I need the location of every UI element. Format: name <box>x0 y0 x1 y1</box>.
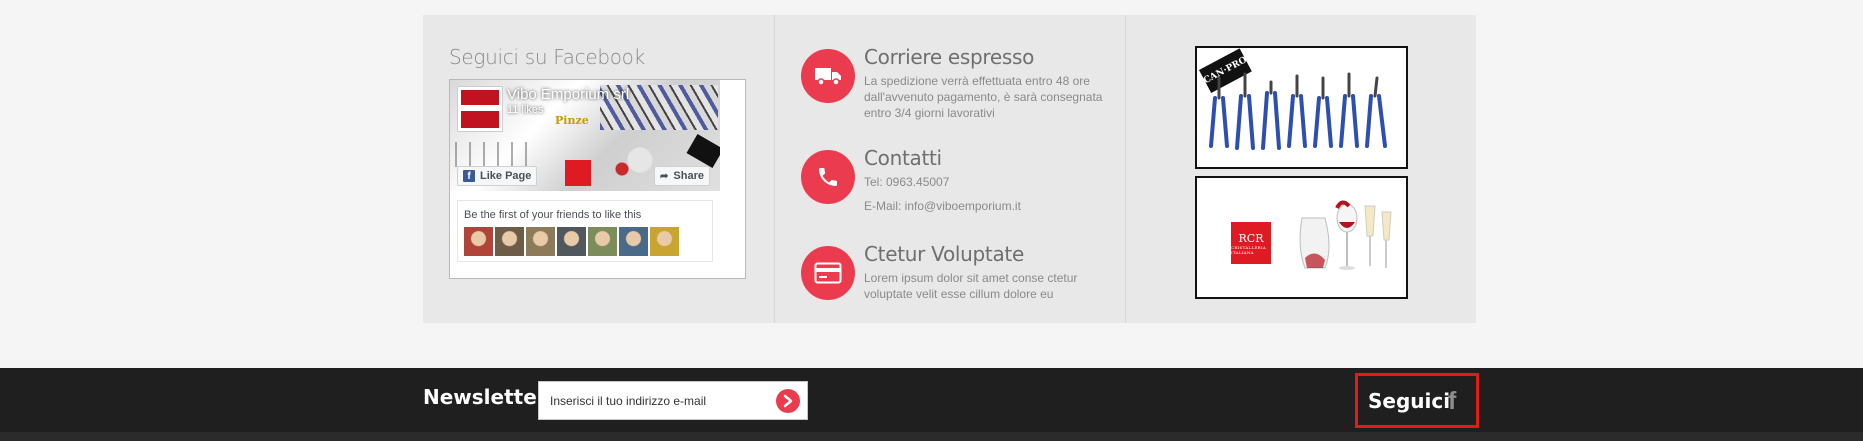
share-label: Share <box>673 170 704 182</box>
glassware-illustration <box>1299 200 1392 270</box>
like-page-button[interactable]: f Like Page <box>457 166 538 186</box>
follow-us-section: Seguici f <box>1355 373 1479 428</box>
share-icon: ➦ <box>660 170 669 182</box>
newsletter-form <box>538 381 808 420</box>
info-panel: Seguici su Facebook Pinze Vibo Emporium … <box>423 15 1476 323</box>
facebook-icon: f <box>463 170 475 182</box>
feature-title: Ctetur Voluptate <box>864 242 1024 266</box>
truck-icon <box>815 68 841 86</box>
credit-card-icon <box>814 262 842 284</box>
column-divider <box>1125 15 1126 323</box>
friend-avatar[interactable] <box>557 227 586 256</box>
friend-avatar[interactable] <box>650 227 679 256</box>
follow-us-label: Seguici <box>1368 389 1451 413</box>
newsletter-label: Newsletter <box>423 385 547 409</box>
cover-canpro-logo <box>686 133 720 169</box>
newsletter-submit-button[interactable] <box>776 389 800 413</box>
feature-line: dall'avvenuto pagamento, è sarà consegna… <box>864 90 1103 104</box>
friend-avatar[interactable] <box>495 227 524 256</box>
feature-line: voluptate velit esse cillum dolore eu <box>864 287 1054 301</box>
feature-description: La spedizione verrà effettuata entro 48 … <box>864 73 1114 121</box>
footer-bottom-strip <box>0 432 1863 441</box>
arrow-right-icon <box>783 394 793 408</box>
friend-avatar[interactable] <box>619 227 648 256</box>
cover-rcr-logo <box>565 160 591 186</box>
feature-description: Lorem ipsum dolor sit amet conse ctetur … <box>864 270 1114 302</box>
feature-title: Corriere espresso <box>864 45 1035 69</box>
cover-glass-image <box>598 142 658 187</box>
pliers-illustration <box>1209 72 1387 150</box>
share-button[interactable]: ➦ Share <box>654 166 710 186</box>
feature-card-badge <box>801 246 855 300</box>
friend-avatar[interactable] <box>588 227 617 256</box>
friend-avatar[interactable] <box>464 227 493 256</box>
like-page-label: Like Page <box>480 170 532 182</box>
friends-like-text: Be the first of your friends to like thi… <box>464 209 642 221</box>
cover-forks-image <box>455 142 535 167</box>
footer-bar <box>0 368 1863 441</box>
cover-pinze-text: Pinze <box>555 114 589 127</box>
contact-email[interactable]: E-Mail: info@viboemporium.it <box>864 198 1114 214</box>
footer-top-area: Seguici su Facebook Pinze Vibo Emporium … <box>0 0 1863 368</box>
phone-icon <box>819 168 837 186</box>
contact-phone[interactable]: Tel: 0963.45007 <box>864 174 1114 190</box>
friend-avatars <box>464 227 679 256</box>
newsletter-email-input[interactable] <box>539 382 780 419</box>
column-divider <box>774 15 775 323</box>
feature-title: Contatti <box>864 146 942 170</box>
facebook-friends-box: Be the first of your friends to like thi… <box>457 200 713 262</box>
feature-line: La spedizione verrà effettuata entro 48 … <box>864 74 1090 88</box>
feature-line: Lorem ipsum dolor sit amet conse ctetur <box>864 271 1078 285</box>
facebook-page-name[interactable]: Vibo Emporium srl <box>507 86 629 103</box>
facebook-page-logo[interactable] <box>457 86 503 132</box>
canpro-tools-image[interactable]: CAN·PRO <box>1195 46 1408 169</box>
friend-avatar[interactable] <box>526 227 555 256</box>
facebook-heading: Seguici su Facebook <box>449 45 645 69</box>
rcr-glassware-image[interactable]: RCR CRISTALLERIA ITALIANA <box>1195 176 1408 299</box>
feature-line: entro 3/4 giorni lavorativi <box>864 106 995 120</box>
facebook-cover-image[interactable]: Pinze Vibo Emporium srl 11 likes f Like … <box>450 80 720 191</box>
facebook-icon[interactable]: f <box>1448 389 1456 414</box>
feature-phone-badge <box>801 150 855 204</box>
feature-truck-badge <box>801 49 855 103</box>
facebook-page-widget[interactable]: Pinze Vibo Emporium srl 11 likes f Like … <box>449 79 746 279</box>
facebook-likes-count: 11 likes <box>507 104 544 116</box>
